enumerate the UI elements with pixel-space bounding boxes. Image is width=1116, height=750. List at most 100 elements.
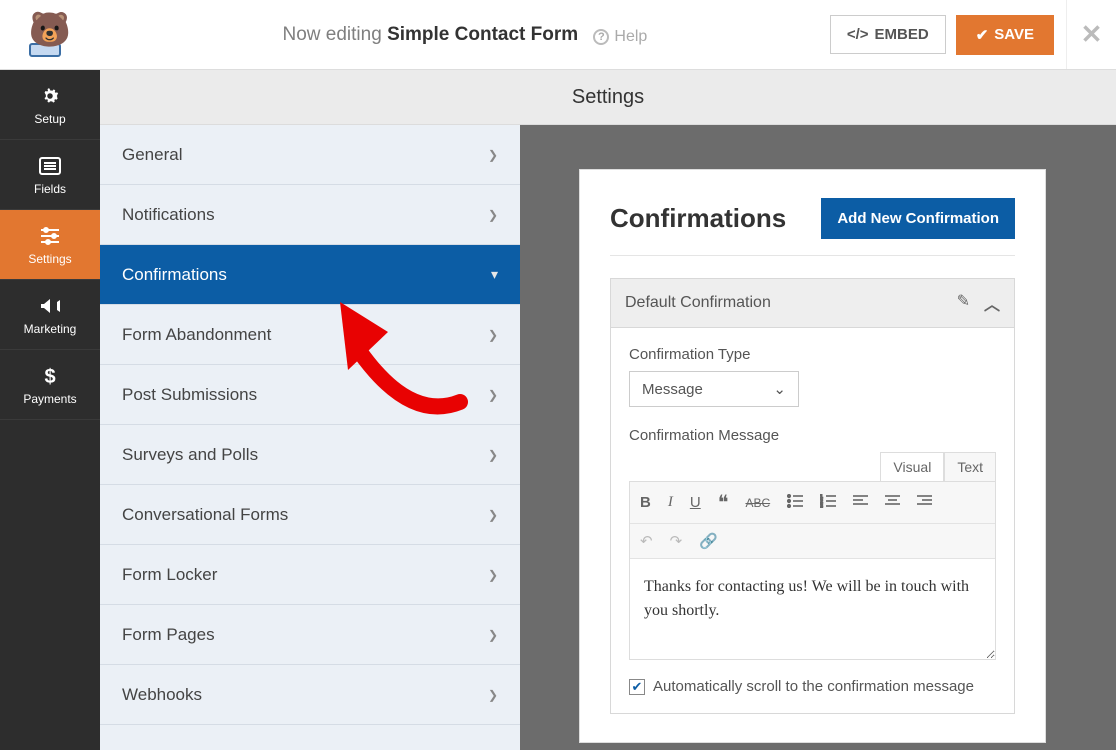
content: Settings General Notifications Confirmat… — [100, 70, 1116, 750]
rail-item-fields[interactable]: Fields — [0, 140, 100, 210]
toolbar-row-1: B I U ❝ ABC 123 — [630, 482, 995, 524]
quote-icon[interactable]: ❝ — [718, 490, 729, 515]
chevron-right-icon — [488, 688, 498, 702]
help-link[interactable]: ? Help — [593, 28, 647, 46]
rail-label: Settings — [28, 252, 71, 266]
editor-tabs: Visual Text — [629, 452, 996, 481]
pencil-icon[interactable]: ✎ — [957, 291, 970, 315]
dollar-icon: $ — [38, 364, 62, 388]
link-icon[interactable]: 🔗 — [699, 532, 718, 550]
chevron-right-icon — [488, 388, 498, 402]
align-left-icon[interactable] — [853, 494, 868, 511]
undo-icon[interactable]: ↶ — [640, 532, 653, 550]
add-confirmation-button[interactable]: Add New Confirmation — [821, 198, 1015, 239]
checkbox-icon: ✔ — [629, 679, 645, 695]
italic-icon[interactable]: I — [668, 494, 673, 511]
rail-item-setup[interactable]: Setup — [0, 70, 100, 140]
rail-label: Marketing — [24, 322, 77, 336]
autoscroll-row[interactable]: ✔ Automatically scroll to the confirmati… — [629, 678, 996, 695]
panel-header: Confirmations Add New Confirmation — [610, 198, 1015, 256]
underline-icon[interactable]: U — [690, 494, 701, 511]
chevron-right-icon — [488, 328, 498, 342]
page-title-bar: Settings — [100, 70, 1116, 125]
embed-button[interactable]: </> EMBED — [830, 15, 946, 54]
confirmation-accordion: Default Confirmation ✎ ︿ Confirmation Ty… — [610, 278, 1015, 714]
ul-icon[interactable] — [787, 494, 803, 512]
check-icon: ✔ — [976, 26, 989, 44]
subnav-item-notifications[interactable]: Notifications — [100, 185, 520, 245]
accordion-header[interactable]: Default Confirmation ✎ ︿ — [611, 279, 1014, 328]
subnav-item-form-pages[interactable]: Form Pages — [100, 605, 520, 665]
close-area: ✕ — [1066, 0, 1116, 69]
main: Setup Fields Settings Marketing $ Paymen… — [0, 70, 1116, 750]
subnav-item-surveys-polls[interactable]: Surveys and Polls — [100, 425, 520, 485]
rich-editor: B I U ❝ ABC 123 — [629, 481, 996, 660]
align-right-icon[interactable] — [917, 494, 932, 511]
accordion-body: Confirmation Type Message ⌄ Confirmation… — [611, 328, 1014, 713]
subnav-item-conversational-forms[interactable]: Conversational Forms — [100, 485, 520, 545]
panel-title: Confirmations — [610, 203, 786, 234]
toolbar-row-2: ↶ ↷ 🔗 — [630, 524, 995, 559]
redo-icon[interactable]: ↷ — [670, 532, 683, 550]
chevron-down-icon: ⌄ — [773, 380, 786, 398]
chevron-right-icon — [488, 508, 498, 522]
list-icon — [38, 154, 62, 178]
save-button[interactable]: ✔ SAVE — [956, 15, 1054, 55]
rail-label: Payments — [23, 392, 76, 406]
confirmations-panel: Confirmations Add New Confirmation Defau… — [580, 170, 1045, 742]
chevron-right-icon — [488, 628, 498, 642]
tab-text[interactable]: Text — [944, 452, 996, 481]
ol-icon[interactable]: 123 — [820, 494, 836, 512]
svg-text:3: 3 — [820, 504, 823, 508]
gear-icon — [38, 84, 62, 108]
align-center-icon[interactable] — [885, 494, 900, 511]
rail-label: Setup — [34, 112, 65, 126]
app-logo: 🐻 — [0, 13, 100, 57]
type-label: Confirmation Type — [629, 346, 996, 363]
columns: General Notifications Confirmations Form… — [100, 125, 1116, 750]
rail-label: Fields — [34, 182, 66, 196]
close-icon[interactable]: ✕ — [1081, 19, 1103, 50]
subnav-item-webhooks[interactable]: Webhooks — [100, 665, 520, 725]
rail-item-payments[interactable]: $ Payments — [0, 350, 100, 420]
form-name: Simple Contact Form — [387, 24, 578, 45]
embed-label: EMBED — [875, 26, 929, 43]
subnav-item-form-locker[interactable]: Form Locker — [100, 545, 520, 605]
bullhorn-icon — [38, 294, 62, 318]
sliders-icon — [38, 224, 62, 248]
svg-text:$: $ — [44, 366, 55, 388]
code-icon: </> — [847, 26, 869, 43]
editing-title: Now editing Simple Contact Form ? Help — [100, 24, 830, 46]
rail-item-marketing[interactable]: Marketing — [0, 280, 100, 350]
subnav-item-post-submissions[interactable]: Post Submissions — [100, 365, 520, 425]
settings-subnav: General Notifications Confirmations Form… — [100, 125, 520, 750]
confirmation-name: Default Confirmation — [625, 294, 771, 312]
subnav-item-general[interactable]: General — [100, 125, 520, 185]
autoscroll-label: Automatically scroll to the confirmation… — [653, 678, 974, 695]
rail-item-settings[interactable]: Settings — [0, 210, 100, 280]
help-icon: ? — [593, 29, 609, 45]
chevron-up-icon[interactable]: ︿ — [984, 291, 1000, 315]
chevron-right-icon — [488, 448, 498, 462]
panel-wrap: Confirmations Add New Confirmation Defau… — [520, 125, 1116, 750]
page-title: Settings — [572, 86, 644, 109]
save-label: SAVE — [994, 26, 1034, 43]
editing-prefix: Now editing — [283, 24, 382, 45]
chevron-right-icon — [488, 208, 498, 222]
bear-icon: 🐻 — [29, 13, 71, 57]
strike-icon[interactable]: ABC — [745, 496, 770, 510]
select-value: Message — [642, 381, 703, 398]
message-textarea[interactable]: Thanks for contacting us! We will be in … — [630, 559, 995, 659]
subnav-item-confirmations[interactable]: Confirmations — [100, 245, 520, 305]
confirmation-type-select[interactable]: Message ⌄ — [629, 371, 799, 407]
tab-visual[interactable]: Visual — [880, 452, 944, 481]
top-bar: 🐻 Now editing Simple Contact Form ? Help… — [0, 0, 1116, 70]
subnav-item-form-abandonment[interactable]: Form Abandonment — [100, 305, 520, 365]
chevron-right-icon — [488, 568, 498, 582]
accordion-actions: ✎ ︿ — [957, 291, 1000, 315]
bold-icon[interactable]: B — [640, 494, 651, 511]
chevron-right-icon — [488, 148, 498, 162]
message-label: Confirmation Message — [629, 427, 996, 444]
help-label: Help — [614, 28, 647, 46]
chevron-down-icon — [491, 266, 498, 283]
